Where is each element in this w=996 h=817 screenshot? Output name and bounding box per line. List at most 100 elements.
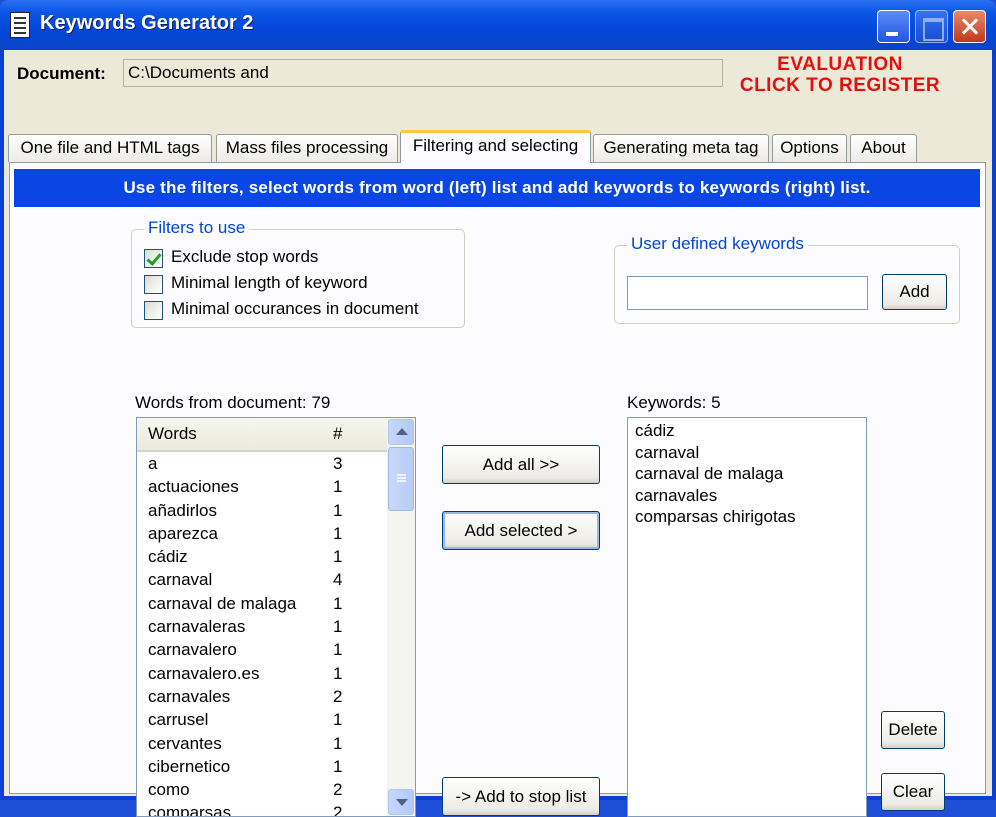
filters-group: Filters to use Exclude stop words Minima… [131, 218, 465, 328]
add-user-keyword-button[interactable]: Add [882, 274, 947, 310]
words-list-body: a 3 actuaciones 1 añadirlos 1 aparezca 1 cádiz 1 c… [137, 453, 387, 817]
words-list[interactable]: Words # a 3 actuaciones 1 añadirlos 1 aparezca… [136, 417, 416, 817]
word-cell: comparsas [148, 803, 232, 817]
words-list-row[interactable]: cibernetico 1 [137, 756, 387, 779]
client-area: Document: C:\Documents and EVALUATION CL… [4, 50, 992, 817]
words-list-row[interactable]: carnavaleras 1 [137, 616, 387, 639]
keyword-list-item[interactable]: cádiz [628, 421, 866, 443]
word-cell: como [148, 780, 190, 800]
user-keyword-input[interactable] [627, 276, 868, 310]
add-selected-button[interactable]: Add selected > [442, 511, 600, 550]
word-cell: añadirlos [148, 500, 217, 520]
word-cell: carrusel [148, 710, 209, 730]
count-cell: 1 [333, 617, 343, 637]
words-list-row[interactable]: comparsas 2 [137, 802, 387, 817]
keyword-list-item[interactable]: carnaval [628, 443, 866, 465]
count-cell: 1 [333, 756, 343, 776]
word-cell: carnavales [148, 686, 231, 706]
evaluation-line: EVALUATION [777, 54, 903, 75]
window-title: Keywords Generator 2 [40, 12, 254, 34]
words-scrollbar[interactable] [387, 418, 415, 816]
tab-strip: One file and HTML tags Mass files proces… [8, 130, 988, 163]
words-list-row[interactable]: como 2 [137, 779, 387, 802]
count-cell: 1 [333, 593, 343, 613]
word-cell: carnaval de malaga [148, 593, 297, 613]
count-cell: 1 [333, 500, 343, 520]
scroll-up-icon[interactable] [388, 419, 414, 445]
word-cell: cibernetico [148, 756, 231, 776]
count-cell: 2 [333, 803, 343, 817]
count-cell: 2 [333, 686, 343, 706]
column-header-count[interactable]: # [333, 424, 342, 444]
scroll-down-icon[interactable] [388, 789, 414, 815]
delete-button[interactable]: Delete [881, 711, 945, 749]
checkbox-icon[interactable] [144, 301, 163, 320]
words-list-row[interactable]: cádiz 1 [137, 546, 387, 569]
tab-one-file-html-tags[interactable]: One file and HTML tags [8, 134, 212, 162]
words-label: Words from document: [135, 393, 307, 412]
words-list-row[interactable]: carnaval de malaga 1 [137, 593, 387, 616]
words-list-row[interactable]: carrusel 1 [137, 709, 387, 732]
add-to-stop-list-button[interactable]: -> Add to stop list [442, 777, 600, 816]
words-list-row[interactable]: carnaval 4 [137, 569, 387, 592]
tab-about[interactable]: About [850, 134, 917, 162]
scroll-thumb[interactable] [388, 447, 414, 511]
filters-legend: Filters to use [144, 218, 250, 238]
tab-options[interactable]: Options [772, 134, 847, 162]
words-list-row[interactable]: carnavalero.es 1 [137, 663, 387, 686]
word-cell: carnaval [148, 570, 213, 590]
count-cell: 1 [333, 733, 343, 753]
tab-mass-files-processing[interactable]: Mass files processing [216, 134, 398, 162]
document-path-field[interactable]: C:\Documents and [123, 59, 723, 87]
word-cell: carnavalero.es [148, 663, 260, 683]
register-line: CLICK TO REGISTER [739, 75, 941, 96]
words-list-row[interactable]: carnavales 2 [137, 686, 387, 709]
maximize-button[interactable] [915, 10, 948, 43]
evaluation-register-link[interactable]: EVALUATION CLICK TO REGISTER [737, 54, 943, 96]
words-list-header: Words # [137, 418, 387, 452]
word-cell: a [148, 454, 158, 473]
column-header-words[interactable]: Words [148, 424, 197, 444]
keywords-count-label: Keywords: 5 [627, 393, 721, 413]
keyword-list-item[interactable]: carnavales [628, 486, 866, 508]
filtering-panel: Use the filters, select words from word … [9, 162, 986, 817]
words-list-row[interactable]: carnavalero 1 [137, 639, 387, 662]
instruction-banner: Use the filters, select words from word … [14, 169, 980, 207]
count-cell: 1 [333, 523, 343, 543]
count-cell: 3 [333, 454, 343, 473]
checkbox-label: Minimal length of keyword [171, 273, 368, 292]
tab-generating-meta-tag[interactable]: Generating meta tag [593, 134, 769, 162]
count-cell: 4 [333, 570, 343, 590]
word-cell: carnavalero [148, 640, 237, 660]
words-list-row[interactable]: actuaciones 1 [137, 476, 387, 499]
user-keywords-group: User defined keywords Add [614, 234, 960, 324]
checkbox-icon[interactable] [144, 249, 163, 268]
title-bar[interactable]: Keywords Generator 2 [0, 0, 996, 50]
count-cell: 1 [333, 477, 343, 497]
close-button[interactable] [953, 10, 986, 43]
count-cell: 1 [333, 547, 343, 567]
keywords-list[interactable]: cádiz carnaval carnaval de malaga carnavale… [627, 417, 867, 817]
clear-button[interactable]: Clear [881, 773, 945, 811]
user-keywords-legend: User defined keywords [627, 234, 808, 254]
keywords-label: Keywords: [627, 393, 707, 412]
checkbox-icon[interactable] [144, 275, 163, 294]
word-cell: cervantes [148, 733, 222, 753]
checkbox-label: Minimal occurances in document [171, 299, 419, 318]
word-cell: aparezca [148, 523, 218, 543]
word-cell: cádiz [148, 547, 188, 567]
keyword-list-item[interactable]: carnaval de malaga [628, 464, 866, 486]
keyword-list-item[interactable]: comparsas chirigotas [628, 507, 866, 529]
app-icon[interactable] [10, 12, 30, 38]
word-cell: actuaciones [148, 477, 239, 497]
count-cell: 1 [333, 663, 343, 683]
words-list-row[interactable]: añadirlos 1 [137, 500, 387, 523]
words-count-label: Words from document: 79 [135, 393, 330, 413]
minimize-button[interactable] [877, 10, 910, 43]
words-list-row[interactable]: aparezca 1 [137, 523, 387, 546]
add-all-button[interactable]: Add all >> [442, 445, 600, 484]
checkbox-label: Exclude stop words [171, 247, 319, 266]
words-list-row[interactable]: a3 [137, 453, 387, 476]
words-list-row[interactable]: cervantes 1 [137, 733, 387, 756]
tab-filtering-selecting[interactable]: Filtering and selecting [400, 130, 591, 163]
